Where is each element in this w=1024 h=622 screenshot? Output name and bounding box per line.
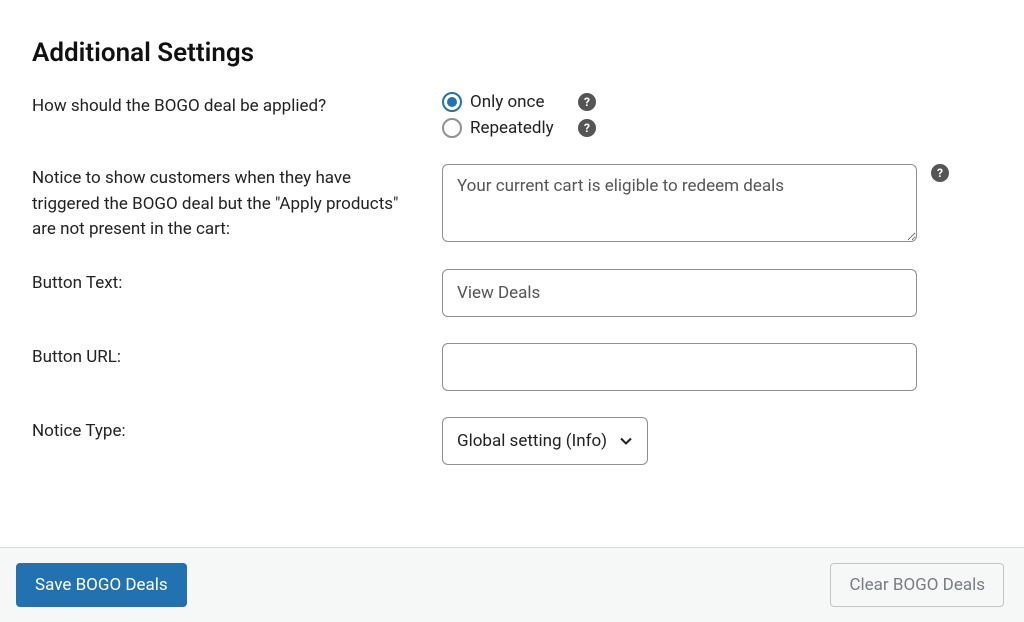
radio-line-repeatedly: Repeatedly (442, 118, 596, 138)
radio-group-apply: Only once Repeatedly (442, 92, 596, 138)
help-icon[interactable] (931, 164, 949, 182)
row-button-text: Button Text: (32, 269, 992, 317)
save-button[interactable]: Save BOGO Deals (16, 563, 187, 607)
settings-page: Additional Settings How should the BOGO … (0, 0, 1024, 622)
row-apply: How should the BOGO deal be applied? Onl… (32, 92, 992, 138)
label-notice: Notice to show customers when they have … (32, 164, 442, 243)
control-notice (442, 164, 992, 242)
label-button-url: Button URL: (32, 343, 442, 371)
control-notice-type: Global setting (Info) (442, 417, 992, 465)
help-icon[interactable] (578, 119, 596, 137)
control-button-text (442, 269, 992, 317)
button-url-input[interactable] (442, 343, 917, 391)
row-button-url: Button URL: (32, 343, 992, 391)
footer: Save BOGO Deals Clear BOGO Deals (0, 547, 1024, 622)
label-apply: How should the BOGO deal be applied? (32, 92, 442, 120)
label-notice-type: Notice Type: (32, 417, 442, 445)
radio-label-once: Only once (470, 92, 570, 112)
settings-content: Additional Settings How should the BOGO … (0, 0, 1024, 465)
select-value: Global setting (Info) (457, 431, 607, 451)
clear-button[interactable]: Clear BOGO Deals (830, 563, 1004, 607)
row-notice-type: Notice Type: Global setting (Info) (32, 417, 992, 465)
radio-label-repeatedly: Repeatedly (470, 118, 570, 138)
label-button-text: Button Text: (32, 269, 442, 297)
radio-line-once: Only once (442, 92, 596, 112)
section-title: Additional Settings (32, 38, 992, 68)
control-apply: Only once Repeatedly (442, 92, 992, 138)
help-icon[interactable] (578, 93, 596, 111)
notice-type-select[interactable]: Global setting (Info) (442, 417, 648, 465)
notice-textarea[interactable] (442, 164, 917, 242)
radio-only-once[interactable] (442, 92, 462, 112)
chevron-down-icon (619, 434, 633, 448)
button-text-input[interactable] (442, 269, 917, 317)
radio-repeatedly[interactable] (442, 118, 462, 138)
control-button-url (442, 343, 992, 391)
row-notice: Notice to show customers when they have … (32, 164, 992, 243)
